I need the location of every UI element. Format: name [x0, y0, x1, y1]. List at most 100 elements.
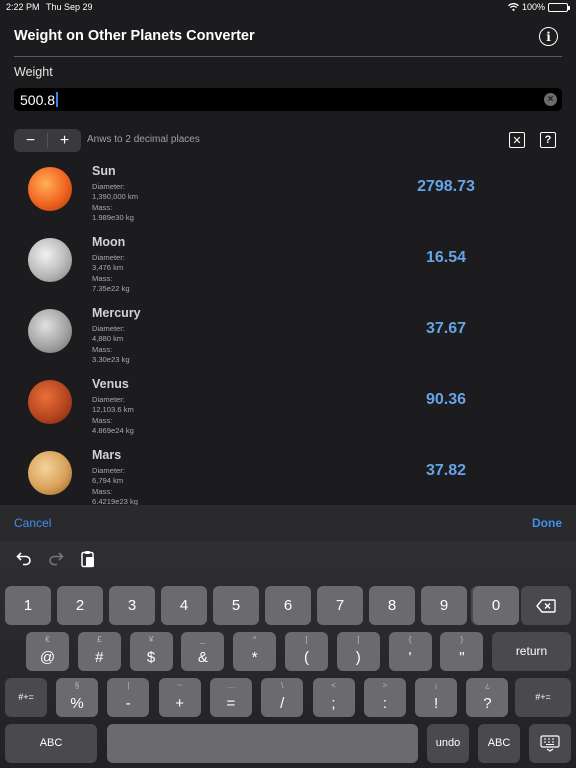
key-label: 0	[491, 597, 501, 614]
key-label: 4	[179, 597, 189, 614]
key-sym-a-6[interactable]: ])	[336, 632, 380, 671]
done-button[interactable]: Done	[532, 516, 562, 530]
planet-details: Diameter: 12,103.6 km Mass: 4.869e24 kg	[92, 395, 134, 435]
key-digit-7[interactable]: 7	[317, 586, 363, 625]
mercury-image	[28, 309, 72, 353]
key-digit-0[interactable]: 0	[473, 586, 519, 625]
info-icon[interactable]: i	[539, 27, 558, 46]
key-sym-b-6[interactable]: >:	[363, 678, 406, 717]
stepper-plus-button[interactable]: +	[48, 129, 81, 152]
decimal-places-label: Anws to 2 decimal places	[87, 134, 200, 145]
key-label: 9	[439, 597, 449, 614]
clear-all-icon[interactable]: ✕	[509, 132, 525, 148]
key-digit-5[interactable]: 5	[213, 586, 259, 625]
key-label: 8	[387, 597, 397, 614]
key-digit-9[interactable]: 9	[421, 586, 467, 625]
moon-image	[28, 238, 72, 282]
planet-row-mars[interactable]: Mars Diameter: 6,794 km Mass: 6.4219e23 kg …	[0, 444, 576, 505]
page-title: Weight on Other Planets Converter	[14, 28, 255, 44]
key-digit-8[interactable]: 8	[369, 586, 415, 625]
key-secondary-label: §	[74, 681, 80, 690]
key-label: !	[434, 695, 439, 712]
venus-image	[28, 380, 72, 424]
planet-result: 90.36	[425, 391, 467, 408]
sun-image	[28, 167, 72, 211]
abc-key-left[interactable]: ABC	[5, 724, 97, 763]
key-secondary-label: <	[331, 681, 336, 690]
key-label: '	[408, 649, 412, 666]
key-digit-2[interactable]: 2	[57, 586, 103, 625]
space-key[interactable]	[107, 724, 418, 763]
key-secondary-label: {	[408, 635, 412, 644]
undo-key[interactable]: undo	[427, 724, 469, 763]
key-sym-a-5[interactable]: [(	[285, 632, 328, 671]
key-label: @	[39, 649, 56, 666]
key-sym-b-5[interactable]: <;	[312, 678, 355, 717]
undo-icon[interactable]	[16, 550, 32, 571]
key-secondary-label: [	[305, 635, 308, 644]
planet-row-venus[interactable]: Venus Diameter: 12,103.6 km Mass: 4.869e24 …	[0, 373, 576, 444]
key-digit-3[interactable]: 3	[109, 586, 155, 625]
planet-row-mercury[interactable]: Mercury Diameter: 4,880 km Mass: 3.30e23 kg…	[0, 302, 576, 373]
keyboard-hide-icon	[540, 735, 560, 752]
key-sym-a-4[interactable]: ^ *	[233, 632, 277, 671]
key-sym-b-3[interactable]: … =	[209, 678, 252, 717]
weight-input[interactable]: 500.8 ×	[14, 88, 562, 111]
key-label: 5	[231, 597, 241, 614]
key-secondary-label: >	[382, 681, 388, 690]
key-label: &	[197, 649, 208, 666]
decimal-stepper[interactable]: − +	[14, 129, 81, 152]
key-sym-a-2[interactable]: ¥ $	[129, 632, 173, 671]
keyboard-toolbar: Cancel Done	[0, 505, 576, 541]
key-secondary-label: \	[281, 681, 284, 690]
paste-icon[interactable]	[80, 550, 96, 573]
planet-result: 16.54	[425, 249, 467, 266]
planet-name: Sun	[92, 164, 116, 178]
planet-result: 37.82	[425, 462, 467, 479]
return-key[interactable]: return	[492, 632, 571, 671]
weight-input-value: 500.8	[20, 92, 58, 108]
hide-keyboard-key[interactable]	[529, 724, 571, 763]
cancel-button[interactable]: Cancel	[14, 516, 51, 530]
stepper-minus-button[interactable]: −	[14, 129, 47, 152]
app-window: 2:22 PM Thu Sep 29 100% Weight on Other …	[0, 0, 576, 768]
backspace-key[interactable]	[521, 586, 571, 625]
key-label: (	[304, 649, 309, 666]
key-digit-1[interactable]: 1	[5, 586, 51, 625]
planet-list[interactable]: Sun Diameter: 1,390,000 km Mass: 1.989e30 k…	[0, 160, 576, 505]
key-sym-b-8[interactable]: ¿?	[466, 678, 509, 717]
key-digit-6[interactable]: 6	[265, 586, 311, 625]
key-digit-4[interactable]: 4	[161, 586, 207, 625]
help-icon[interactable]: ?	[540, 132, 556, 148]
key-label: -	[125, 695, 131, 712]
planet-row-sun[interactable]: Sun Diameter: 1,390,000 km Mass: 1.989e30 k…	[0, 160, 576, 231]
key-sym-b-7[interactable]: ¡!	[415, 678, 458, 717]
key-sym-a-3[interactable]: _ &	[181, 632, 225, 671]
key-sym-a-8[interactable]: } "	[440, 632, 484, 671]
symbols-shift-key-right[interactable]: #+=	[515, 678, 571, 717]
key-sym-b-1[interactable]: | -	[107, 678, 150, 717]
symbols-shift-key-left[interactable]: #+=	[5, 678, 47, 717]
planet-details: Diameter: 4,880 km Mass: 3.30e23 kg	[92, 324, 130, 364]
status-bar: 2:22 PM Thu Sep 29 100%	[0, 0, 576, 14]
key-sym-b-0[interactable]: §%	[56, 678, 98, 717]
key-secondary-label: …	[226, 681, 235, 690]
key-secondary-label: ]	[357, 635, 360, 644]
key-secondary-label: }	[460, 635, 464, 644]
clear-input-icon[interactable]: ×	[544, 93, 557, 106]
key-sym-a-0[interactable]: € @	[26, 632, 69, 671]
planet-row-moon[interactable]: Moon Diameter: 3,476 km Mass: 7.35e22 kg 16…	[0, 231, 576, 302]
planet-name: Mars	[92, 448, 122, 462]
key-label: 6	[283, 597, 293, 614]
key-sym-a-1[interactable]: £ #	[77, 632, 121, 671]
key-sym-b-2[interactable]: ~ +	[158, 678, 201, 717]
key-label: )	[355, 649, 361, 666]
key-secondary-label: |	[127, 681, 130, 690]
key-label: "	[459, 649, 465, 666]
status-right: 100%	[508, 2, 570, 12]
key-sym-b-4[interactable]: \ /	[261, 678, 304, 717]
redo-icon[interactable]	[48, 550, 64, 571]
key-label: %	[70, 695, 84, 712]
abc-key-right[interactable]: ABC	[478, 724, 520, 763]
key-sym-a-7[interactable]: {'	[388, 632, 432, 671]
